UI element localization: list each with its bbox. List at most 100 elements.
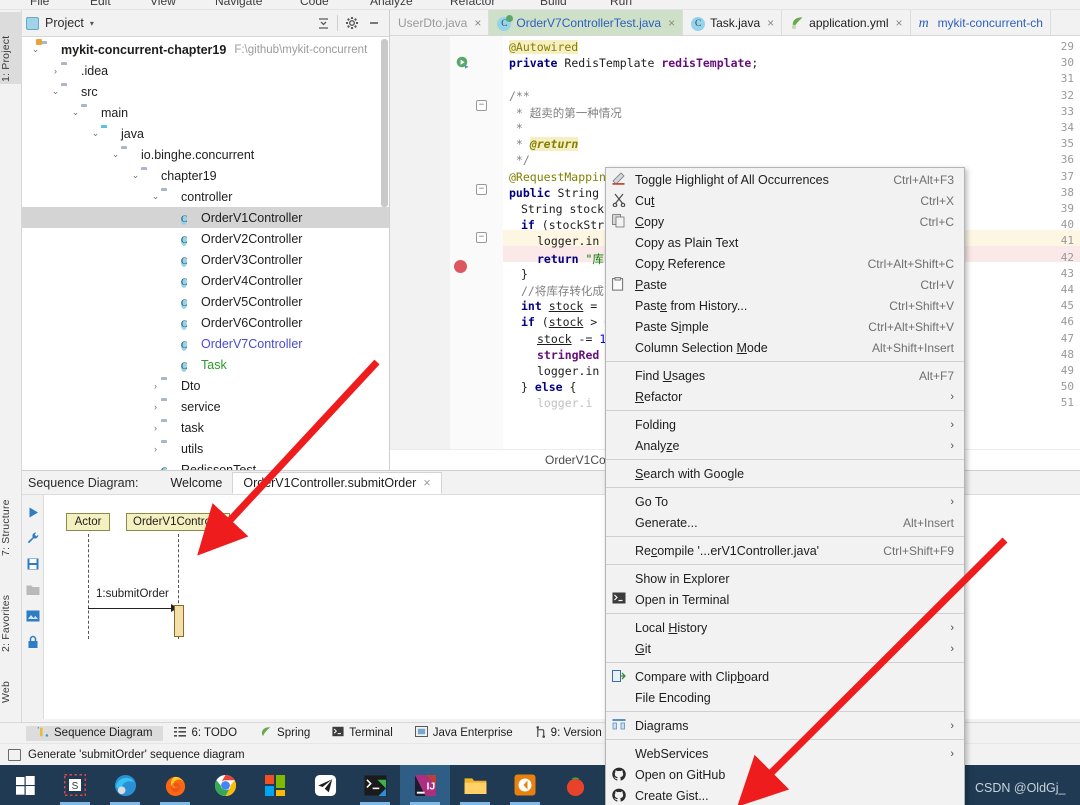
sequence-tab-submitorder[interactable]: OrderV1Controller.submitOrder× bbox=[232, 472, 441, 494]
tree-node-orderv4controller[interactable]: COrderV4Controller bbox=[22, 270, 389, 291]
menu-item-copy-as-plain-text[interactable]: Copy as Plain Text bbox=[606, 232, 964, 253]
tree-node-orderv3controller[interactable]: COrderV3Controller bbox=[22, 249, 389, 270]
chevron-down-icon[interactable]: ⌄ bbox=[150, 191, 161, 202]
lifeline-box-controller[interactable]: OrderV1Controller bbox=[126, 513, 230, 531]
close-icon[interactable]: × bbox=[474, 16, 481, 30]
code-line[interactable]: } bbox=[521, 267, 528, 281]
activation-bar[interactable] bbox=[174, 605, 184, 637]
menu-item-create-gist[interactable]: Create Gist... bbox=[606, 785, 964, 805]
menu-item-file-encoding[interactable]: File Encoding bbox=[606, 687, 964, 708]
menu-item-copy[interactable]: CopyCtrl+C bbox=[606, 211, 964, 232]
menu-item-copy-reference[interactable]: Copy ReferenceCtrl+Alt+Shift+C bbox=[606, 253, 964, 274]
menu-item-folding[interactable]: Folding› bbox=[606, 414, 964, 435]
menu-fragment[interactable]: Analyze bbox=[370, 0, 413, 8]
bottom-tab-sequence-diagram[interactable]: Sequence Diagram bbox=[26, 726, 163, 741]
code-line[interactable]: String stockSt bbox=[521, 202, 618, 216]
code-line[interactable]: if (stockStr = bbox=[521, 218, 618, 232]
tree-node-service[interactable]: ›service bbox=[22, 396, 389, 417]
close-icon[interactable]: × bbox=[896, 16, 903, 30]
code-line[interactable]: * 超卖的第一种情况 bbox=[509, 105, 622, 121]
lock-icon[interactable] bbox=[22, 629, 44, 655]
menu-fragment[interactable]: Refactor bbox=[450, 0, 495, 8]
tree-node-controller[interactable]: ⌄controller bbox=[22, 186, 389, 207]
menu-bar-strip[interactable]: File Edit View Navigate Code Analyze Ref… bbox=[0, 0, 1080, 10]
chevron-down-icon[interactable]: ⌄ bbox=[30, 44, 41, 55]
taskbar-tomato-timer-app[interactable] bbox=[550, 765, 600, 805]
taskbar-firefox-browser[interactable] bbox=[150, 765, 200, 805]
gear-icon[interactable] bbox=[341, 13, 363, 33]
chevron-down-icon[interactable]: ⌄ bbox=[50, 86, 61, 97]
tree-node-utils[interactable]: ›utils bbox=[22, 438, 389, 459]
chevron-down-icon[interactable]: ⌄ bbox=[70, 107, 81, 118]
menu-item-paste-from-history[interactable]: Paste from History...Ctrl+Shift+V bbox=[606, 295, 964, 316]
editor-tab-orderv7controllertest-java[interactable]: COrderV7ControllerTest.java× bbox=[489, 10, 683, 35]
taskbar-snipaste-app[interactable]: S bbox=[50, 765, 100, 805]
collapse-all-icon[interactable] bbox=[312, 13, 334, 33]
fold-marker-icon[interactable]: − bbox=[476, 232, 487, 243]
editor-tab-mykit-concurrent-ch[interactable]: mmykit-concurrent-ch bbox=[911, 10, 1051, 35]
tree-node-io-binghe-concurrent[interactable]: ⌄io.binghe.concurrent bbox=[22, 144, 389, 165]
tree-node-task[interactable]: ›task bbox=[22, 417, 389, 438]
line-number-gutter[interactable] bbox=[390, 36, 450, 469]
balloon-icon[interactable] bbox=[8, 749, 21, 761]
tool-tab-favorites[interactable]: 2: Favorites bbox=[0, 562, 22, 654]
code-line[interactable]: /** bbox=[509, 89, 530, 103]
menu-item-search-with-google[interactable]: Search with Google bbox=[606, 463, 964, 484]
bottom-tab-9-version[interactable]: 9: Version bbox=[524, 726, 613, 741]
tree-node-orderv5controller[interactable]: COrderV5Controller bbox=[22, 291, 389, 312]
menu-item-generate[interactable]: Generate...Alt+Insert bbox=[606, 512, 964, 533]
tree-node-chapter19[interactable]: ⌄chapter19 bbox=[22, 165, 389, 186]
chevron-down-icon[interactable]: ⌄ bbox=[90, 128, 101, 139]
tree-node-dto[interactable]: ›Dto bbox=[22, 375, 389, 396]
editor-tab-bar[interactable]: UserDto.java×COrderV7ControllerTest.java… bbox=[390, 10, 1080, 36]
bottom-tab-6-todo[interactable]: 6: TODO bbox=[163, 726, 248, 741]
taskbar-chrome-browser[interactable] bbox=[200, 765, 250, 805]
menu-item-local-history[interactable]: Local History› bbox=[606, 617, 964, 638]
menu-item-column-selection-mode[interactable]: Column Selection ModeAlt+Shift+Insert bbox=[606, 337, 964, 358]
code-line[interactable]: @Autowired bbox=[509, 40, 578, 54]
taskbar-start-button[interactable] bbox=[0, 765, 50, 805]
tree-node-src[interactable]: ⌄src bbox=[22, 81, 389, 102]
folder-icon[interactable] bbox=[22, 577, 44, 603]
run-icon[interactable] bbox=[22, 499, 44, 525]
sequence-tab-welcome[interactable]: Welcome bbox=[160, 473, 232, 493]
chevron-down-icon[interactable]: ⌄ bbox=[110, 149, 121, 160]
menu-fragment[interactable]: Edit bbox=[90, 0, 111, 8]
menu-item-paste-simple[interactable]: Paste SimpleCtrl+Alt+Shift+V bbox=[606, 316, 964, 337]
breakpoint-icon[interactable] bbox=[454, 260, 467, 273]
menu-fragment[interactable]: File bbox=[30, 0, 49, 8]
code-line[interactable]: stock -= 1 bbox=[537, 332, 606, 346]
chevron-down-icon[interactable]: ▾ bbox=[90, 19, 94, 28]
code-line[interactable]: logger.in bbox=[537, 364, 599, 378]
taskbar-edge-browser[interactable] bbox=[100, 765, 150, 805]
code-line[interactable]: stringRed bbox=[537, 348, 599, 362]
close-icon[interactable]: × bbox=[668, 16, 675, 30]
hide-panel-icon[interactable] bbox=[363, 13, 385, 33]
menu-item-diagrams[interactable]: Diagrams› bbox=[606, 715, 964, 736]
bottom-tab-terminal[interactable]: Terminal bbox=[321, 726, 403, 740]
menu-item-find-usages[interactable]: Find UsagesAlt+F7 bbox=[606, 365, 964, 386]
code-line[interactable]: logger.i bbox=[537, 396, 592, 410]
code-line[interactable]: * @return bbox=[509, 137, 578, 151]
tree-node-orderv7controller[interactable]: COrderV7Controller bbox=[22, 333, 389, 354]
code-line[interactable]: if (stock > 0) bbox=[521, 315, 618, 329]
project-tree[interactable]: ⌄mykit-concurrent-chapter19F:\github\myk… bbox=[22, 37, 389, 470]
taskbar-telegram-app[interactable] bbox=[300, 765, 350, 805]
menu-item-open-in-terminal[interactable]: Open in Terminal bbox=[606, 589, 964, 610]
menu-item-go-to[interactable]: Go To› bbox=[606, 491, 964, 512]
chevron-right-icon[interactable]: › bbox=[150, 444, 161, 454]
code-line[interactable]: int stock = In bbox=[521, 299, 618, 313]
menu-item-open-on-github[interactable]: Open on GitHub bbox=[606, 764, 964, 785]
chevron-right-icon[interactable]: › bbox=[150, 402, 161, 412]
chevron-right-icon[interactable]: › bbox=[150, 381, 161, 391]
code-line[interactable]: * bbox=[509, 121, 523, 135]
run-gutter-icon[interactable] bbox=[456, 56, 469, 69]
tree-node-orderv2controller[interactable]: COrderV2Controller bbox=[22, 228, 389, 249]
menu-item-paste[interactable]: PasteCtrl+V bbox=[606, 274, 964, 295]
tree-node-redissontest[interactable]: CRedissonTest bbox=[22, 459, 389, 470]
menu-item-cut[interactable]: CutCtrl+X bbox=[606, 190, 964, 211]
tree-node-orderv6controller[interactable]: COrderV6Controller bbox=[22, 312, 389, 333]
lifeline-box-actor[interactable]: Actor bbox=[66, 513, 110, 531]
taskbar-intellij-idea[interactable]: IJ bbox=[400, 765, 450, 805]
save-icon[interactable] bbox=[22, 551, 44, 577]
